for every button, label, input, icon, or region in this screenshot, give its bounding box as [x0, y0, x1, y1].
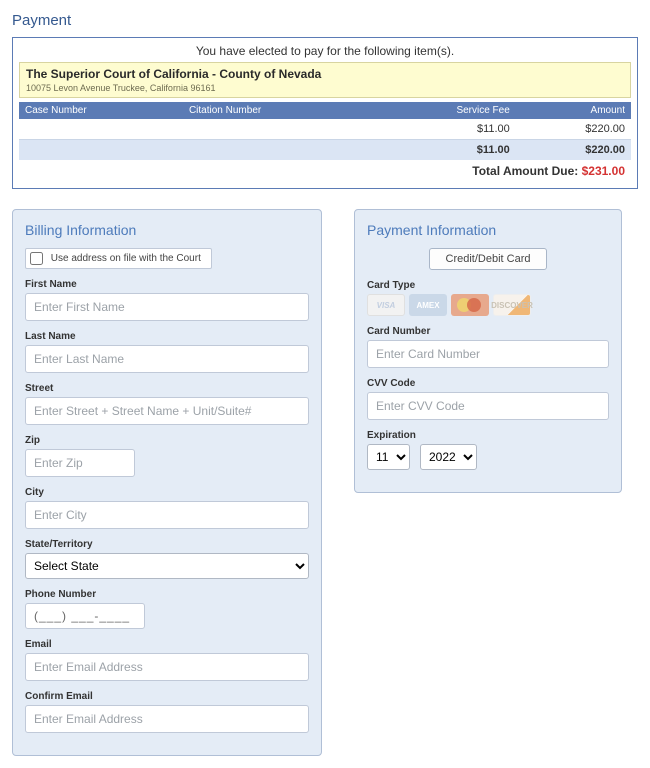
exp-month-select[interactable]: 11	[367, 444, 410, 470]
cell-case	[19, 119, 183, 140]
city-input[interactable]	[25, 501, 309, 529]
court-name: The Superior Court of California - Count…	[26, 67, 624, 81]
subtotal-amount: $220.00	[516, 140, 631, 161]
col-amount: Amount	[516, 102, 631, 119]
card-type-row: VISA AMEX DISCOVER	[367, 294, 609, 316]
last-name-label: Last Name	[25, 331, 309, 342]
use-address-wrapper[interactable]: Use address on file with the Court	[25, 248, 212, 269]
card-number-input[interactable]	[367, 340, 609, 368]
cvv-input[interactable]	[367, 392, 609, 420]
street-label: Street	[25, 383, 309, 394]
discover-icon[interactable]: DISCOVER	[493, 294, 531, 316]
grand-total-value: $231.00	[582, 164, 625, 178]
page-title: Payment	[12, 12, 638, 29]
grand-total-label: Total Amount Due:	[472, 164, 581, 178]
use-address-label: Use address on file with the Court	[51, 253, 201, 264]
payment-title: Payment Information	[367, 222, 609, 238]
table-header-row: Case Number Citation Number Service Fee …	[19, 102, 631, 119]
expiration-label: Expiration	[367, 430, 609, 441]
visa-icon[interactable]: VISA	[367, 294, 405, 316]
city-label: City	[25, 487, 309, 498]
email-input[interactable]	[25, 653, 309, 681]
cvv-label: CVV Code	[367, 378, 609, 389]
amex-icon[interactable]: AMEX	[409, 294, 447, 316]
col-fee: Service Fee	[370, 102, 515, 119]
first-name-input[interactable]	[25, 293, 309, 321]
billing-title: Billing Information	[25, 222, 309, 238]
grand-total-row: Total Amount Due: $231.00	[19, 160, 631, 182]
cell-fee: $11.00	[370, 119, 515, 140]
phone-label: Phone Number	[25, 589, 309, 600]
first-name-label: First Name	[25, 279, 309, 290]
items-table: Case Number Citation Number Service Fee …	[19, 102, 631, 182]
col-case: Case Number	[19, 102, 183, 119]
state-label: State/Territory	[25, 539, 309, 550]
last-name-input[interactable]	[25, 345, 309, 373]
subtotal-row: $11.00 $220.00	[19, 140, 631, 161]
subtotal-fee: $11.00	[370, 140, 515, 161]
state-select[interactable]: Select State	[25, 553, 309, 579]
phone-input[interactable]	[25, 603, 145, 629]
zip-input[interactable]	[25, 449, 135, 477]
cell-amount: $220.00	[516, 119, 631, 140]
table-row: $11.00 $220.00	[19, 119, 631, 140]
email-label: Email	[25, 639, 309, 650]
col-citation: Citation Number	[183, 102, 370, 119]
elected-text: You have elected to pay for the followin…	[19, 44, 631, 58]
billing-panel: Billing Information Use address on file …	[12, 209, 322, 756]
tab-credit-card[interactable]: Credit/Debit Card	[429, 248, 548, 270]
exp-year-select[interactable]: 2022	[420, 444, 477, 470]
court-address: 10075 Levon Avenue Truckee, California 9…	[26, 81, 624, 93]
card-type-label: Card Type	[367, 280, 609, 291]
street-input[interactable]	[25, 397, 309, 425]
use-address-checkbox[interactable]	[30, 252, 43, 265]
payment-panel: Payment Information Credit/Debit Card Ca…	[354, 209, 622, 493]
payment-summary-box: You have elected to pay for the followin…	[12, 37, 638, 189]
mastercard-icon[interactable]	[451, 294, 489, 316]
confirm-email-label: Confirm Email	[25, 691, 309, 702]
cell-citation	[183, 119, 370, 140]
confirm-email-input[interactable]	[25, 705, 309, 733]
zip-label: Zip	[25, 435, 309, 446]
card-number-label: Card Number	[367, 326, 609, 337]
court-header: The Superior Court of California - Count…	[19, 62, 631, 98]
